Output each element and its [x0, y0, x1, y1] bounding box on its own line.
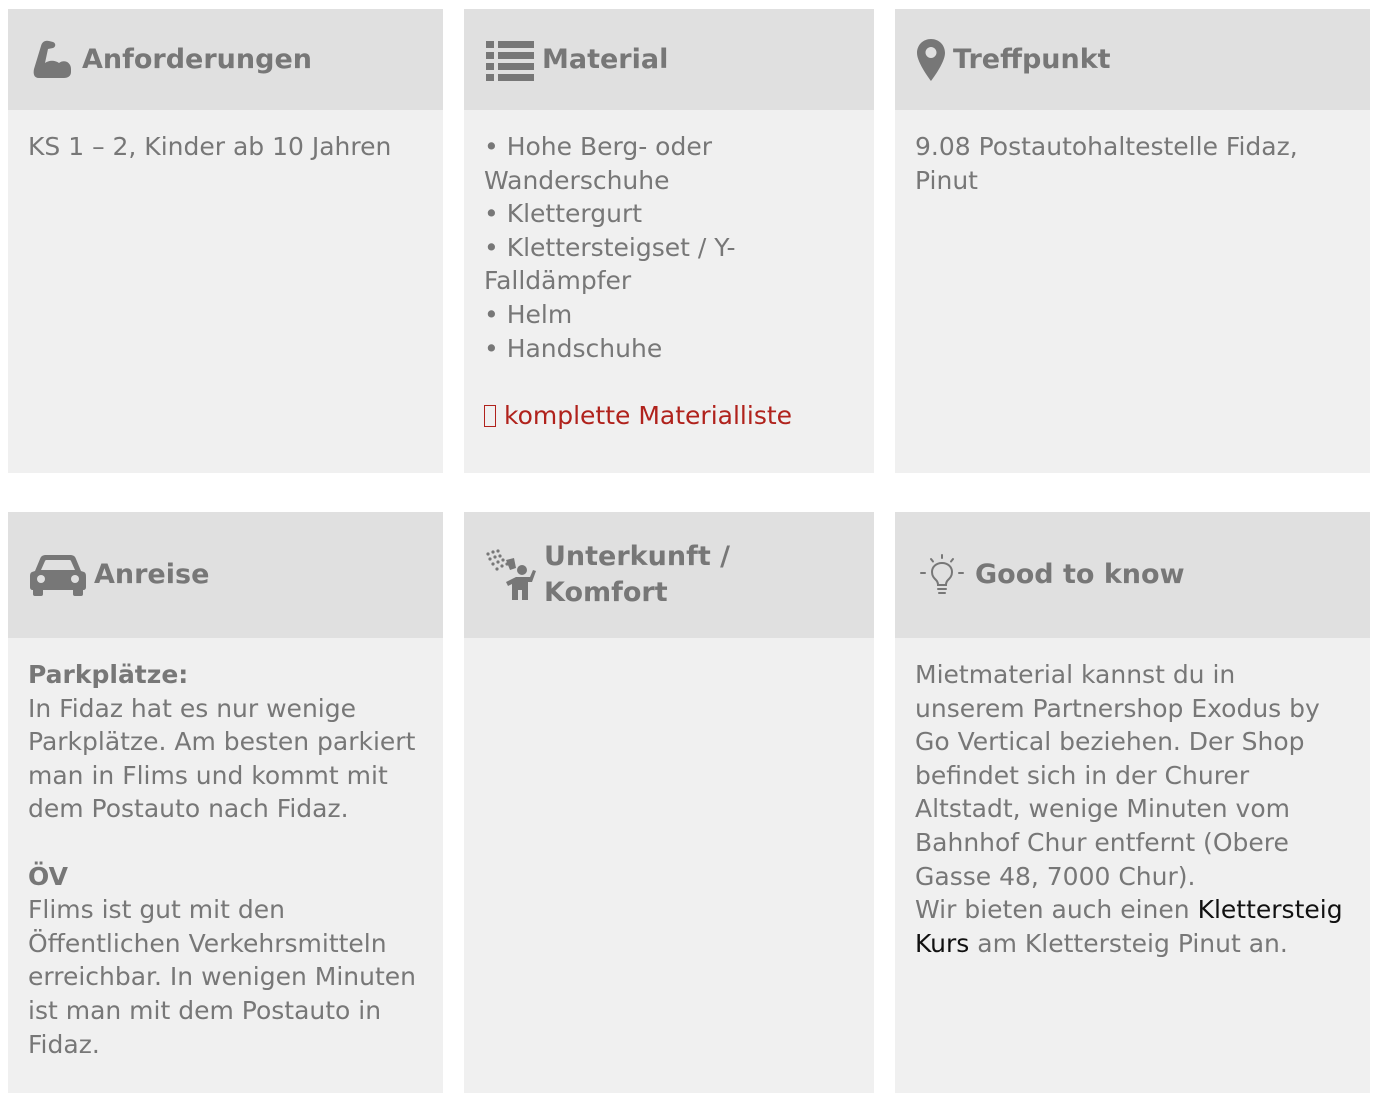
material-list-link-line: komplette Materialliste	[484, 399, 854, 433]
card-header-unterkunft: Unterkunft / Komfort	[464, 512, 874, 638]
card-header-material: Material	[464, 9, 874, 110]
parking-text: In Fidaz hat es nur wenige Parkplätze. A…	[28, 693, 416, 824]
card-material: Material • Hohe Berg- oder Wanderschuhe …	[464, 9, 874, 473]
card-title-material: Material	[542, 43, 669, 75]
map-marker-icon	[915, 37, 947, 83]
card-unterkunft: Unterkunft / Komfort	[464, 512, 874, 1093]
card-body-material: • Hohe Berg- oder Wanderschuhe • Kletter…	[464, 110, 874, 432]
material-item: • Helm	[484, 299, 573, 329]
card-title-anreise: Anreise	[94, 559, 210, 590]
rental-info-text: Mietmaterial kannst du in unserem Partne…	[915, 660, 1320, 891]
material-list-link-label: komplette Materialliste	[504, 400, 793, 430]
public-transport-text: Flims ist gut mit den Öffentlichen Verke…	[28, 895, 416, 1059]
flexed-arm-icon	[28, 36, 76, 84]
material-item: • Hohe Berg- oder Wanderschuhe	[484, 132, 712, 195]
card-title-good-to-know: Good to know	[975, 559, 1185, 590]
info-row-2: Anreise Parkplätze: In Fidaz hat es nur …	[0, 512, 1375, 1093]
card-good-to-know: Good to know Mietmaterial kannst du in u…	[895, 512, 1370, 1093]
card-header-anreise: Anreise	[8, 512, 443, 638]
card-anforderungen: Anforderungen KS 1 – 2, Kinder ab 10 Jah…	[8, 9, 443, 473]
card-header-good-to-know: Good to know	[895, 512, 1370, 638]
car-icon	[28, 553, 88, 597]
card-title-unterkunft: Unterkunft / Komfort	[544, 541, 730, 608]
card-body-good-to-know: Mietmaterial kannst du in unserem Partne…	[895, 638, 1370, 960]
course-info-after: am Klettersteig Pinut an.	[969, 928, 1288, 958]
course-info-text: Wir bieten auch einen Klettersteig Kurs …	[915, 893, 1350, 960]
material-item: • Handschuhe	[484, 333, 663, 363]
card-body-treffpunkt: 9.08 Postautohaltestelle Fidaz, Pinut	[895, 110, 1370, 197]
shower-icon	[484, 548, 538, 602]
course-info-before: Wir bieten auch einen	[915, 895, 1198, 925]
card-treffpunkt: Treffpunkt 9.08 Postautohaltestelle Fida…	[895, 9, 1370, 473]
card-header-anforderungen: Anforderungen	[8, 9, 443, 110]
requirements-text: KS 1 – 2, Kinder ab 10 Jahren	[28, 132, 392, 161]
material-list-link[interactable]: komplette Materialliste	[484, 401, 792, 430]
missing-glyph-icon	[484, 404, 496, 427]
material-item: • Klettersteigset / Y-Falldämpfer	[484, 232, 736, 296]
list-icon	[484, 38, 536, 82]
info-row-1: Anforderungen KS 1 – 2, Kinder ab 10 Jah…	[0, 9, 1375, 473]
meeting-point-text: 9.08 Postautohaltestelle Fidaz, Pinut	[915, 132, 1298, 195]
card-header-treffpunkt: Treffpunkt	[895, 9, 1370, 110]
lightbulb-icon	[915, 553, 969, 597]
card-anreise: Anreise Parkplätze: In Fidaz hat es nur …	[8, 512, 443, 1093]
material-item: • Klettergurt	[484, 199, 643, 229]
parking-heading: Parkplätze:	[28, 660, 189, 689]
card-body-unterkunft	[464, 638, 874, 658]
card-title-treffpunkt: Treffpunkt	[953, 43, 1111, 75]
card-title-anforderungen: Anforderungen	[82, 43, 312, 75]
card-body-anreise: Parkplätze: In Fidaz hat es nur wenige P…	[8, 638, 443, 1061]
public-transport-heading: ÖV	[28, 861, 68, 891]
card-body-anforderungen: KS 1 – 2, Kinder ab 10 Jahren	[8, 110, 443, 164]
